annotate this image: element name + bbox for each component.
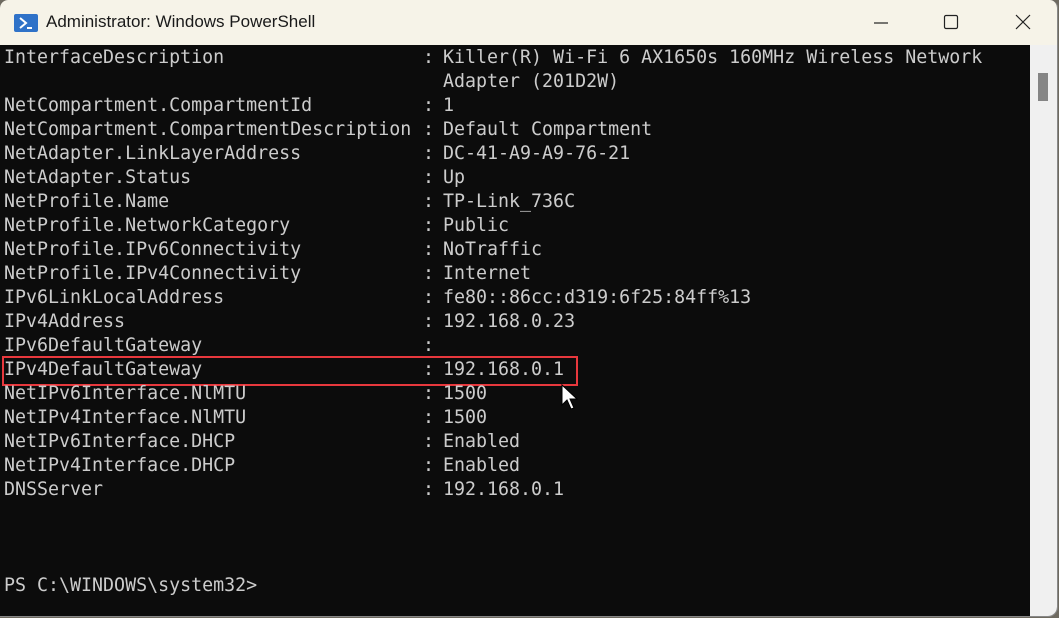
property-value: DC-41-A9-A9-76-21 <box>443 142 630 166</box>
property-value: 192.168.0.1 <box>443 478 564 502</box>
window-title: Administrator: Windows PowerShell <box>46 12 315 32</box>
property-name: NetProfile.IPv6Connectivity <box>4 238 301 262</box>
property-name: NetIPv6Interface.DHCP <box>4 430 235 454</box>
separator: : <box>423 118 434 142</box>
property-value: Killer(R) Wi-Fi 6 AX1650s 160MHz Wireles… <box>443 46 982 70</box>
property-name: NetProfile.Name <box>4 190 169 214</box>
property-value: Adapter (201D2W) <box>443 70 619 94</box>
command-prompt[interactable]: PS C:\WINDOWS\system32> <box>4 574 257 598</box>
property-value: fe80::86cc:d319:6f25:84ff%13 <box>443 286 751 310</box>
property-value: 1 <box>443 94 454 118</box>
separator: : <box>423 478 434 502</box>
property-value: TP-Link_736C <box>443 190 575 214</box>
property-name: InterfaceDescription <box>4 46 224 70</box>
close-button[interactable] <box>1000 0 1046 45</box>
property-name: IPv6DefaultGateway <box>4 334 202 358</box>
minimize-icon <box>873 14 889 30</box>
property-value: Enabled <box>443 454 520 478</box>
separator: : <box>423 334 434 358</box>
property-value: 1500 <box>443 406 487 430</box>
property-name: IPv6LinkLocalAddress <box>4 286 224 310</box>
property-name: NetIPv6Interface.NlMTU <box>4 382 246 406</box>
separator: : <box>423 286 434 310</box>
property-name: IPv4Address <box>4 310 125 334</box>
terminal-output[interactable]: InterfaceDescription: Killer(R) Wi-Fi 6 A… <box>0 45 1030 616</box>
minimize-button[interactable] <box>858 0 904 45</box>
property-value: Up <box>443 166 465 190</box>
separator: : <box>423 454 434 478</box>
property-value: Enabled <box>443 430 520 454</box>
property-name: DNSServer <box>4 478 103 502</box>
maximize-icon <box>943 14 959 30</box>
separator: : <box>423 214 434 238</box>
powershell-icon <box>14 14 38 32</box>
property-name: NetIPv4Interface.NlMTU <box>4 406 246 430</box>
scrollbar-thumb[interactable] <box>1038 73 1048 101</box>
vertical-scrollbar[interactable] <box>1030 45 1057 616</box>
property-value: 192.168.0.1 <box>443 358 564 382</box>
mouse-pointer-icon <box>561 384 581 412</box>
property-value: NoTraffic <box>443 238 542 262</box>
property-value: Public <box>443 214 509 238</box>
separator: : <box>423 94 434 118</box>
property-name: NetAdapter.Status <box>4 166 191 190</box>
property-name: NetIPv4Interface.DHCP <box>4 454 235 478</box>
property-value: Internet <box>443 262 531 286</box>
property-name: NetAdapter.LinkLayerAddress <box>4 142 301 166</box>
powershell-window: Administrator: Windows PowerShell Interf… <box>0 0 1058 617</box>
separator: : <box>423 166 434 190</box>
property-name: NetCompartment.CompartmentDescription <box>4 118 411 142</box>
separator: : <box>423 190 434 214</box>
maximize-button[interactable] <box>928 0 974 45</box>
property-value: Default Compartment <box>443 118 652 142</box>
property-value: 1500 <box>443 382 487 406</box>
separator: : <box>423 382 434 406</box>
property-value: 192.168.0.23 <box>443 310 575 334</box>
property-name: NetProfile.NetworkCategory <box>4 214 290 238</box>
property-name: IPv4DefaultGateway <box>4 358 202 382</box>
separator: : <box>423 358 434 382</box>
separator: : <box>423 262 434 286</box>
separator: : <box>423 430 434 454</box>
title-bar[interactable]: Administrator: Windows PowerShell <box>0 0 1057 45</box>
separator: : <box>423 406 434 430</box>
property-name: NetProfile.IPv4Connectivity <box>4 262 301 286</box>
property-name: NetCompartment.CompartmentId <box>4 94 312 118</box>
separator: : <box>423 142 434 166</box>
separator: : <box>423 310 434 334</box>
separator: : <box>423 46 434 70</box>
close-icon <box>1015 14 1031 30</box>
separator: : <box>423 238 434 262</box>
